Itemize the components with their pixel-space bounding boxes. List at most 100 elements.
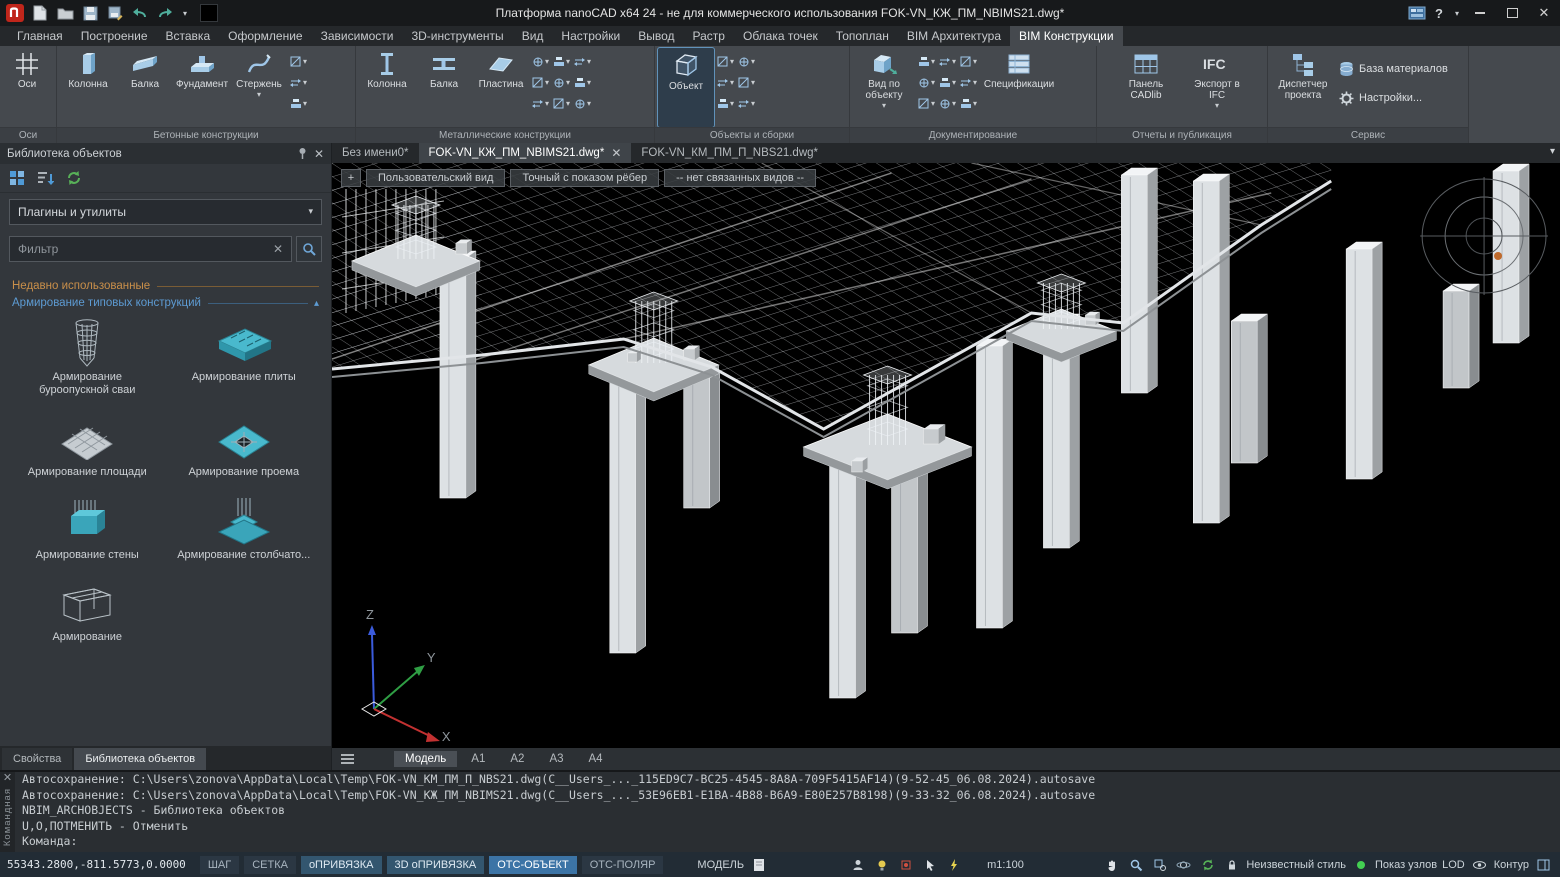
qat-more-button[interactable]: ▾ [179,3,191,23]
ui-switch-button[interactable] [1406,3,1428,23]
steel-beam-button[interactable]: Балка [416,48,472,127]
zoom-window-icon[interactable] [1150,855,1169,874]
library-item[interactable]: Армирование [12,575,163,644]
foundation-button[interactable]: Фундамент [174,48,230,127]
section-recent[interactable]: Недавно использованные [12,280,319,292]
redo-button[interactable] [154,3,176,23]
lod-toggle[interactable]: LOD [1442,859,1465,871]
tab-rastr[interactable]: Растр [684,26,734,46]
ribbon-mini-tool[interactable]: ▾ [288,53,308,70]
save-button[interactable] [79,3,101,23]
section-typical-reinforcement[interactable]: Армирование типовых конструкций▴ [12,297,319,309]
ribbon-mini-tool[interactable]: ▾ [551,74,571,91]
viewport[interactable]: + Пользовательский вид Точный с показом … [332,163,1560,748]
plate-button[interactable]: Пластина [473,48,529,127]
ribbon-mini-tool[interactable]: ▾ [958,95,978,112]
open-file-button[interactable] [54,3,76,23]
layout-tab-model[interactable]: Модель [394,751,457,767]
category-select[interactable]: Плагины и утилиты ▾ [9,199,322,225]
contour-toggle[interactable]: Контур [1494,859,1529,871]
library-item[interactable]: Армирование площади [12,410,163,479]
refresh-icon[interactable] [66,170,82,186]
close-tab-icon[interactable]: ✕ [611,148,621,158]
layout-menu-icon[interactable] [337,751,363,767]
layout-tab-a2[interactable]: A2 [499,751,535,767]
materials-database-button[interactable]: База материалов [1336,59,1451,79]
library-item[interactable]: Армирование столбчато... [169,493,320,562]
ribbon-mini-tool[interactable]: ▾ [937,74,957,91]
tab-oformlenie[interactable]: Оформление [219,26,311,46]
pan-hand-icon[interactable] [1102,855,1121,874]
snap-marker-icon[interactable] [896,855,915,874]
grid-view-icon[interactable] [9,170,25,186]
ribbon-mini-tool[interactable]: ▾ [530,74,550,91]
tab-oblaka-tochek[interactable]: Облака точек [734,26,827,46]
ribbon-mini-tool[interactable]: ▾ [715,95,735,112]
ribbon-mini-tool[interactable]: ▾ [715,74,735,91]
undo-button[interactable] [129,3,151,23]
ribbon-mini-tool[interactable]: ▾ [530,53,550,70]
ribbon-mini-tool[interactable]: ▾ [916,53,936,70]
filter-input[interactable]: Фильтр ✕ [9,236,292,262]
layout-tab-a3[interactable]: A3 [538,751,574,767]
save-as-button[interactable] [104,3,126,23]
tab-vid[interactable]: Вид [513,26,553,46]
ribbon-mini-tool[interactable]: ▾ [572,53,592,70]
layout-tab-a4[interactable]: A4 [578,751,614,767]
document-tab-active[interactable]: FOK-VN_КЖ_ПМ_NBIMS21.dwg*✕ [419,143,632,163]
close-button[interactable]: ✕ [1528,0,1560,26]
settings-button[interactable]: Настройки... [1336,88,1451,108]
steel-column-button[interactable]: Колонна [359,48,415,127]
ribbon-mini-tool[interactable]: ▾ [736,95,756,112]
collapse-icon[interactable]: ▴ [314,298,319,309]
help-button[interactable]: ? [1428,3,1450,23]
tab-3d-instrumenty[interactable]: 3D-инструменты [402,26,512,46]
tab-bim-konstruktsii[interactable]: BIM Конструкции [1010,26,1123,46]
zoom-icon[interactable] [1126,855,1145,874]
toggle-osnap[interactable]: оПРИВЯЗКА [301,856,382,874]
viewport-plus-button[interactable]: + [341,169,361,187]
ribbon-mini-tool[interactable]: ▾ [937,53,957,70]
specifications-button[interactable]: Спецификации [979,48,1059,127]
tab-glavnaya[interactable]: Главная [8,26,72,46]
panel-close-icon[interactable]: ✕ [314,147,324,161]
tab-vstavka[interactable]: Вставка [157,26,220,46]
ribbon-mini-tool[interactable]: ▾ [288,74,308,91]
cadlib-panel-button[interactable]: Панель CADlib [1115,48,1177,127]
new-file-button[interactable] [29,3,51,23]
layout-tab-a1[interactable]: A1 [460,751,496,767]
user-icon[interactable] [848,855,867,874]
ribbon-mini-tool[interactable]: ▾ [551,53,571,70]
maximize-button[interactable] [1496,0,1528,26]
concrete-beam-button[interactable]: Балка [117,48,173,127]
sheet-icon[interactable] [749,855,768,874]
tab-nastroyki[interactable]: Настройки [552,26,629,46]
ifc-export-button[interactable]: IFC Экспорт в IFC ▾ [1185,48,1249,127]
model-space-indicator[interactable]: МОДЕЛЬ [697,859,744,871]
panel-toggle-icon[interactable] [1534,855,1553,874]
command-history[interactable]: Автосохранение: C:\Users\zonova\AppData\… [15,772,1560,854]
ribbon-mini-tool[interactable]: ▾ [916,95,936,112]
sort-icon[interactable] [37,171,54,186]
ribbon-mini-tool[interactable]: ▾ [916,74,936,91]
pin-icon[interactable] [297,147,308,160]
nanocad-logo[interactable] [4,3,26,23]
panel-tab-properties[interactable]: Свойства [2,748,72,770]
clear-filter-icon[interactable]: ✕ [273,242,283,256]
linked-views-control[interactable]: -- нет связанных видов -- [664,169,816,187]
tab-topoplan[interactable]: Топоплан [827,26,898,46]
ribbon-mini-tool[interactable]: ▾ [958,74,978,91]
lightning-icon[interactable] [944,855,963,874]
cursor-icon[interactable] [920,855,939,874]
library-item[interactable]: Армирование буроопускной сваи [12,315,163,396]
regen-icon[interactable] [1198,855,1217,874]
ribbon-mini-tool[interactable]: ▾ [551,95,571,112]
help-menu-button[interactable]: ▾ [1450,3,1464,23]
lock-icon[interactable] [1222,855,1241,874]
minimize-button[interactable] [1464,0,1496,26]
tab-bim-arkhitektura[interactable]: BIM Архитектура [898,26,1010,46]
rebar-rod-button[interactable]: Стержень ▾ [231,48,287,127]
toggle-snap-step[interactable]: ШАГ [200,856,239,874]
library-item[interactable]: Армирование плиты [169,315,320,396]
view-by-object-button[interactable]: Вид по объекту ▾ [853,48,915,127]
